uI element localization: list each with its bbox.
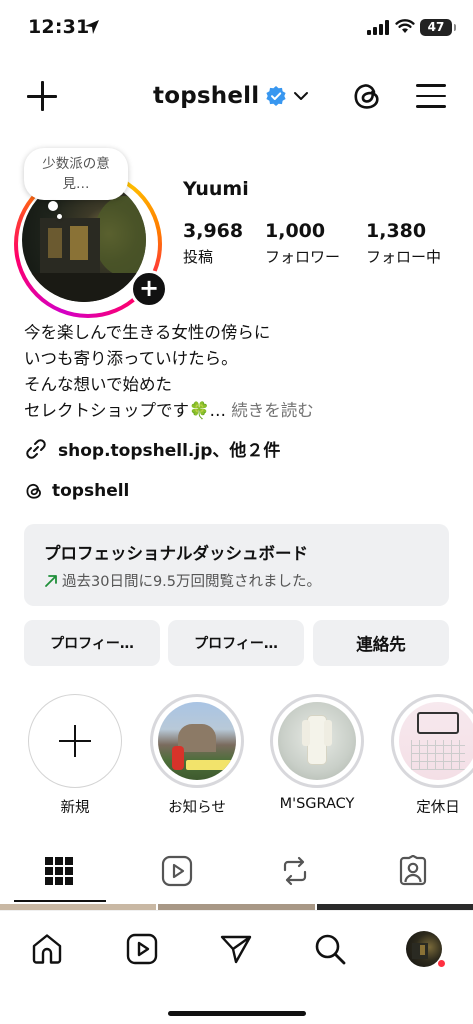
cellular-signal-icon xyxy=(367,20,389,35)
trend-up-arrow-icon xyxy=(45,574,57,587)
battery-indicator: 47 xyxy=(420,19,456,36)
stat-label: 投稿 xyxy=(183,248,214,266)
highlight-label: 新規 xyxy=(60,800,90,816)
highlight-new[interactable]: 新規 xyxy=(27,694,123,817)
profile-website-link[interactable]: shop.topshell.jp、他２件 xyxy=(24,436,280,461)
nav-messages[interactable] xyxy=(216,929,256,969)
tagged-person-icon xyxy=(399,855,427,886)
highlight-cover-image xyxy=(158,702,236,780)
threads-handle: topshell xyxy=(52,481,130,501)
bio-line: いつも寄り添っていけたら。 xyxy=(24,349,238,368)
send-paper-plane-icon xyxy=(220,935,252,964)
bio-read-more-link[interactable]: 続きを読む xyxy=(231,401,314,420)
profile-header: topshell xyxy=(0,70,473,120)
wifi-icon xyxy=(395,19,415,33)
bio-line: そんな想いで始めた xyxy=(24,375,173,394)
reels-icon xyxy=(161,855,193,887)
profile-note-text: 少数派の意見… xyxy=(42,156,110,192)
share-profile-button[interactable]: プロフィー… xyxy=(168,620,304,666)
profile-note-bubble[interactable]: 少数派の意見… xyxy=(24,148,128,200)
nav-search[interactable] xyxy=(310,929,350,969)
bio-line: 今を楽しんで生きる女性の傍らに xyxy=(24,323,271,342)
stat-value: 1,000 xyxy=(265,220,326,242)
chevron-down-icon xyxy=(294,92,309,100)
stat-label: フォロワー xyxy=(265,248,341,266)
hamburger-menu-icon[interactable] xyxy=(416,83,446,109)
verified-badge-icon xyxy=(266,86,286,106)
highlight-msgracy[interactable]: M'SGRACY xyxy=(269,694,365,812)
highlight-oshirase[interactable]: お知らせ xyxy=(149,694,245,817)
website-link-text: shop.topshell.jp、他２件 xyxy=(58,441,281,461)
link-icon xyxy=(26,438,46,459)
stat-posts[interactable]: 3,968 投稿 xyxy=(183,220,243,267)
tab-reposts[interactable] xyxy=(236,842,354,900)
highlight-label: M'SGRACY xyxy=(279,796,355,812)
stat-value: 3,968 xyxy=(183,220,244,242)
display-name: Yuumi xyxy=(183,178,249,200)
dashboard-subtitle: 過去30日間に9.5万回閲覧されました。 xyxy=(62,574,322,590)
threads-icon xyxy=(26,483,41,499)
bottom-navigation xyxy=(0,910,473,1024)
active-tab-indicator xyxy=(14,900,106,902)
professional-dashboard-card[interactable]: プロフェッショナルダッシュボード 過去30日間に9.5万回閲覧されました。 xyxy=(24,524,449,606)
account-switcher[interactable]: topshell xyxy=(153,80,309,112)
create-plus-icon[interactable] xyxy=(26,80,58,112)
highlight-label: お知らせ xyxy=(168,800,226,816)
profile-bio: 今を楽しんで生きる女性の傍らに いつも寄り添っていけたら。 そんな想いで始めた … xyxy=(24,320,454,424)
content-tabs xyxy=(0,842,473,904)
stat-value: 1,380 xyxy=(366,220,427,242)
nav-home[interactable] xyxy=(27,929,67,969)
threads-icon[interactable] xyxy=(350,79,384,113)
nav-reels[interactable] xyxy=(122,929,162,969)
highlight-label: 定休日 xyxy=(416,800,460,816)
status-time: 12:31 xyxy=(28,16,90,38)
add-story-plus-icon[interactable]: + xyxy=(130,270,168,308)
tab-tagged[interactable] xyxy=(354,842,472,900)
stat-label: フォロー中 xyxy=(366,248,442,266)
notification-dot xyxy=(437,959,446,968)
tab-reels[interactable] xyxy=(118,842,236,900)
bio-line: セレクトショップです🍀… xyxy=(24,401,227,420)
home-indicator xyxy=(168,1011,306,1016)
plus-icon xyxy=(59,725,91,757)
status-bar: 12:31 47 xyxy=(0,0,473,60)
grid-icon xyxy=(45,857,73,885)
contact-button[interactable]: 連絡先 xyxy=(313,620,449,666)
search-icon xyxy=(315,934,346,965)
home-icon xyxy=(32,934,62,964)
header-username: topshell xyxy=(153,83,260,109)
highlight-teikyubi[interactable]: 定休日 xyxy=(390,694,473,817)
highlight-cover-image xyxy=(399,702,473,780)
stat-following[interactable]: 1,380 フォロー中 xyxy=(366,220,441,267)
highlight-cover-image xyxy=(278,702,356,780)
tab-grid[interactable] xyxy=(0,842,118,900)
edit-profile-button[interactable]: プロフィー… xyxy=(24,620,160,666)
dashboard-title: プロフェッショナルダッシュボード xyxy=(44,544,308,563)
stat-followers[interactable]: 1,000 フォロワー xyxy=(265,220,340,267)
threads-profile-link[interactable]: topshell xyxy=(24,481,129,501)
repost-icon xyxy=(283,856,307,886)
location-arrow-icon xyxy=(85,20,99,34)
reels-icon xyxy=(126,933,158,965)
